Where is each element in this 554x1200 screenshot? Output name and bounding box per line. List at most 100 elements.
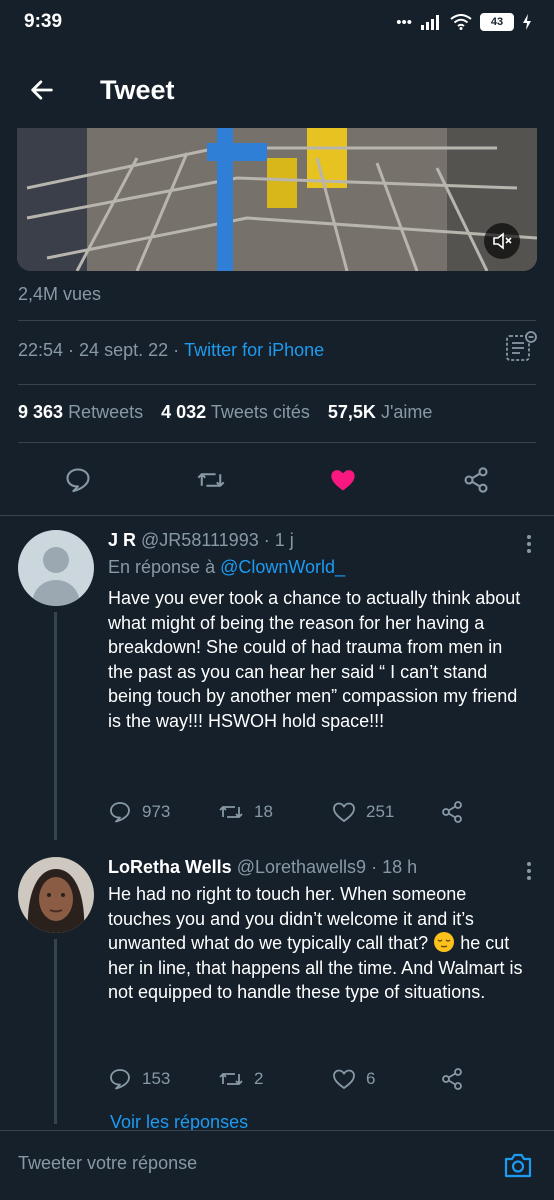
retweet-button[interactable] (189, 458, 233, 502)
heart-filled-icon (331, 470, 355, 491)
avatar[interactable] (18, 530, 94, 606)
retweet-count: 2 (254, 1069, 264, 1088)
likes-count: 57,5K (327, 402, 376, 422)
reply-header: J R @JR58111993 · 1 j (108, 530, 528, 551)
tweet-stats: 9 363 Retweets 4 032 Tweets cités 57,5K … (18, 402, 432, 423)
reply-text: Have you ever took a chance to actually … (108, 588, 521, 731)
retweet-button[interactable]: 2 (218, 1067, 332, 1091)
battery-icon: 43 (480, 13, 514, 31)
more-options-button[interactable] (524, 859, 534, 883)
tweet-time: 22:54 (18, 340, 64, 360)
quotes-stat[interactable]: 4 032 Tweets cités (161, 402, 310, 423)
status-bar: 9:39 ••• 43 (0, 0, 554, 44)
reply-button[interactable] (56, 458, 100, 502)
top-app-bar: Tweet (0, 60, 554, 120)
arrow-left-icon (31, 80, 53, 100)
status-time: 9:39 (24, 11, 63, 32)
share-button[interactable] (440, 800, 464, 824)
in-reply-prefix: En réponse à (108, 557, 216, 577)
tweet-action-bar (0, 458, 554, 502)
tweet-source-link[interactable]: Twitter for iPhone (184, 340, 324, 361)
speaker-muted-icon (493, 232, 512, 250)
share-button[interactable] (454, 458, 498, 502)
more-dots-icon: ••• (396, 13, 412, 31)
retweets-stat[interactable]: 9 363 Retweets (18, 402, 143, 423)
more-options-button[interactable] (524, 532, 534, 556)
share-icon (442, 801, 462, 823)
reply-body: LoRetha Wells @Lorethawells9 · 18 h He h… (108, 857, 528, 1005)
separator-dot: · (371, 857, 378, 877)
analytics-button[interactable] (504, 330, 538, 364)
author-handle[interactable]: @JR58111993 (141, 530, 259, 550)
like-count: 251 (366, 802, 395, 821)
reply-icon (110, 1069, 130, 1090)
reply-age: 18 h (382, 857, 418, 877)
author-name[interactable]: LoRetha Wells (108, 857, 232, 877)
retweet-icon (219, 806, 243, 818)
retweet-icon (219, 1073, 243, 1085)
reply-header: LoRetha Wells @Lorethawells9 · 18 h (108, 857, 528, 878)
retweet-icon (197, 473, 225, 487)
mute-button[interactable] (484, 223, 520, 259)
like-count: 6 (366, 1069, 376, 1088)
charging-icon (523, 14, 531, 30)
quotes-count: 4 032 (161, 402, 207, 422)
quotes-label: Tweets cités (210, 402, 310, 422)
camera-button[interactable] (500, 1147, 536, 1183)
thread-line (54, 939, 57, 1124)
signal-icon (421, 15, 439, 30)
reply-count: 973 (142, 802, 171, 821)
tweet-meta: 22:54 · 24 sept. 22 · Twitter for iPhone (18, 331, 538, 361)
analytics-icon (506, 331, 537, 361)
default-avatar-icon (18, 530, 94, 606)
status-icons: ••• 43 (396, 13, 532, 31)
share-icon (464, 467, 488, 493)
camera-icon (504, 1153, 532, 1178)
reply-button[interactable]: 153 (108, 1067, 218, 1091)
reply-input[interactable]: Tweeter votre réponse (18, 1153, 197, 1174)
back-button[interactable] (22, 70, 62, 110)
like-button[interactable]: 6 (332, 1067, 440, 1091)
user-photo (18, 857, 94, 933)
tweet-date: 24 sept. 22 (79, 340, 169, 360)
reply-body: J R @JR58111993 · 1 j En réponse à @Clow… (108, 530, 528, 733)
video-frame (17, 128, 537, 271)
divider (18, 384, 536, 385)
avatar[interactable] (18, 857, 94, 933)
retweet-button[interactable]: 18 (218, 800, 332, 824)
likes-label: J'aime (380, 402, 433, 422)
reply-action-bar: 973 18 251 (108, 800, 464, 824)
compose-bar: Tweeter votre réponse (0, 1130, 554, 1200)
retweets-count: 9 363 (18, 402, 64, 422)
reply-text: He had no right to touch her. When someo… (108, 882, 528, 1005)
likes-stat[interactable]: 57,5K J'aime (328, 402, 433, 423)
reply-button[interactable]: 973 (108, 800, 218, 824)
reply-icon (110, 802, 130, 823)
like-button[interactable]: 251 (332, 800, 440, 824)
author-name[interactable]: J R (108, 530, 136, 550)
separator-dot: · (168, 340, 185, 360)
divider (18, 320, 536, 321)
view-count: 2,4M vues (18, 284, 102, 304)
in-reply-to: En réponse à @ClownWorld_ (108, 557, 528, 578)
heart-icon (333, 802, 355, 823)
share-icon (442, 1068, 462, 1090)
reply-action-bar: 153 2 6 (108, 1067, 464, 1091)
reply-icon (66, 468, 90, 493)
thread-line (54, 612, 57, 840)
page-title: Tweet (100, 74, 175, 105)
like-button[interactable] (321, 458, 365, 502)
divider (0, 515, 554, 516)
relieved-face-emoji-icon (434, 932, 455, 952)
reply-count: 153 (142, 1069, 171, 1088)
in-reply-handle[interactable]: @ClownWorld_ (220, 557, 345, 577)
divider (18, 442, 536, 443)
reply-age: 1 j (274, 530, 294, 550)
retweets-label: Retweets (68, 402, 144, 422)
author-handle[interactable]: @Lorethawells9 (237, 857, 366, 877)
tweet-video[interactable] (17, 128, 537, 271)
heart-icon (333, 1069, 355, 1090)
retweet-count: 18 (254, 802, 273, 821)
share-button[interactable] (440, 1067, 464, 1091)
wifi-icon (450, 14, 472, 30)
